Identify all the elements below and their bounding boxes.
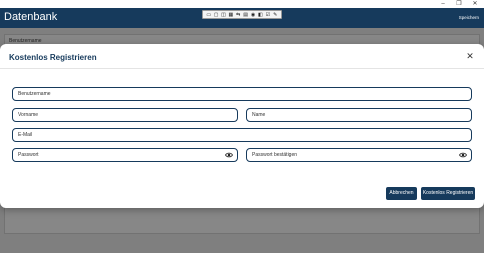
lastname-placeholder: Name	[252, 112, 266, 118]
close-icon[interactable]: ✕	[465, 51, 475, 61]
check-icon[interactable]: ☑	[265, 12, 271, 18]
password-confirm-placeholder: Passwort bestätigen	[252, 152, 298, 158]
firstname-placeholder: Vorname	[18, 112, 39, 118]
pen-icon[interactable]: ✎	[272, 12, 278, 18]
email-placeholder: E-Mail	[18, 132, 33, 138]
record-icon[interactable]: ◉	[250, 12, 256, 18]
register-button[interactable]: Kostenlos Registrieren	[421, 187, 475, 200]
username-field[interactable]: Benutzername	[12, 87, 472, 101]
maximize-button[interactable]: ❐	[452, 0, 466, 8]
dialog-title: Kostenlos Registrieren	[9, 53, 97, 62]
share-icon[interactable]: ⇆	[235, 12, 241, 18]
tag-icon[interactable]: ▤	[243, 12, 249, 18]
eye-icon[interactable]	[459, 151, 467, 159]
pin-icon[interactable]: ◧	[257, 12, 263, 18]
floating-toolbar: ▭ ▢ ◫ ▦ ⇆ ▤ ◉ ◧ ☑ ✎	[202, 10, 282, 19]
username-placeholder: Benutzername	[18, 91, 51, 97]
password-confirm-field[interactable]: Passwort bestätigen	[246, 148, 472, 162]
layout-icon[interactable]: ▭	[206, 12, 212, 18]
save-button[interactable]: Speichern	[459, 15, 479, 20]
grid-icon[interactable]: ▦	[228, 12, 234, 18]
eye-icon[interactable]	[225, 151, 233, 159]
close-window-button[interactable]: ✕	[468, 0, 482, 8]
window-titlebar: – ❐ ✕	[0, 0, 484, 8]
email-field[interactable]: E-Mail	[12, 128, 472, 142]
window-icon[interactable]: ◫	[220, 12, 226, 18]
password-placeholder: Passwort	[18, 152, 39, 158]
app-title: Datenbank	[4, 11, 58, 23]
screen-icon[interactable]: ▢	[213, 12, 219, 18]
cancel-button[interactable]: Abbrechen	[386, 187, 417, 200]
firstname-field[interactable]: Vorname	[12, 108, 238, 122]
minimize-button[interactable]: –	[436, 0, 450, 8]
password-field[interactable]: Passwort	[12, 148, 238, 162]
lastname-field[interactable]: Name	[246, 108, 472, 122]
register-dialog: Kostenlos Registrieren ✕ Benutzername Vo…	[0, 44, 484, 208]
dialog-divider	[0, 68, 484, 69]
